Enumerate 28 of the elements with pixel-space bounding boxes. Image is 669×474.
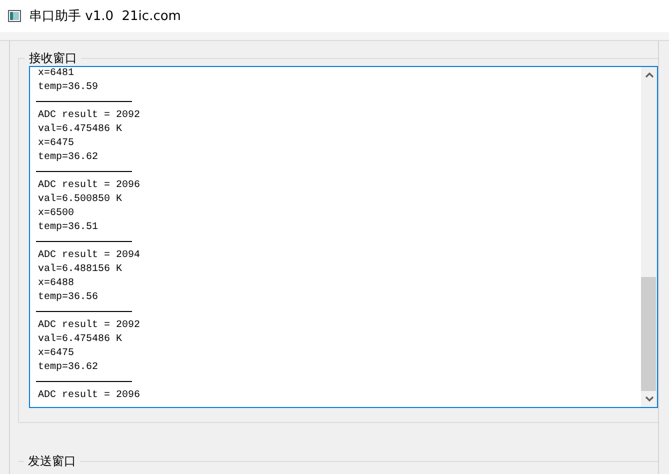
scroll-down-icon[interactable] xyxy=(644,396,654,402)
output-line: temp=36.51 xyxy=(38,221,98,235)
output-line: ADC result = 2092 xyxy=(38,319,140,333)
output-line: temp=36.62 xyxy=(38,151,98,165)
output-line: val=6.500850 K xyxy=(38,193,122,207)
output-line: x=6475 xyxy=(38,137,74,151)
output-line: ADC result = 2096 xyxy=(38,179,140,193)
scroll-up-icon[interactable] xyxy=(644,72,654,78)
group-label: 发送窗口 xyxy=(24,453,80,469)
output-line: ADC result = 2094 xyxy=(38,249,140,263)
app-icon xyxy=(8,10,21,22)
scrollbar[interactable] xyxy=(641,67,657,407)
scroll-thumb[interactable] xyxy=(641,277,656,391)
window-title: 串口助手 v1.0 21ic.com xyxy=(29,8,181,25)
output-line: temp=36.56 xyxy=(38,291,98,305)
output-line: temp=36.62 xyxy=(38,361,98,375)
output-line: ADC result = 2096 xyxy=(38,389,140,403)
output-line: x=6500 xyxy=(38,207,74,221)
output-line: temp=36.59 xyxy=(38,81,98,95)
output-line: ADC result = 2092 xyxy=(38,109,140,123)
group-label: 接收窗口 xyxy=(25,50,81,66)
output-line: x=6488 xyxy=(38,277,74,291)
receive-text-area[interactable] xyxy=(29,66,658,408)
output-line: val=6.488156 K xyxy=(38,263,122,277)
output-line: val=6.475486 K xyxy=(38,123,122,137)
output-line: val=6.475486 K xyxy=(38,333,122,347)
output-line: x=6481 xyxy=(38,67,74,81)
output-line: x=6475 xyxy=(38,347,74,361)
